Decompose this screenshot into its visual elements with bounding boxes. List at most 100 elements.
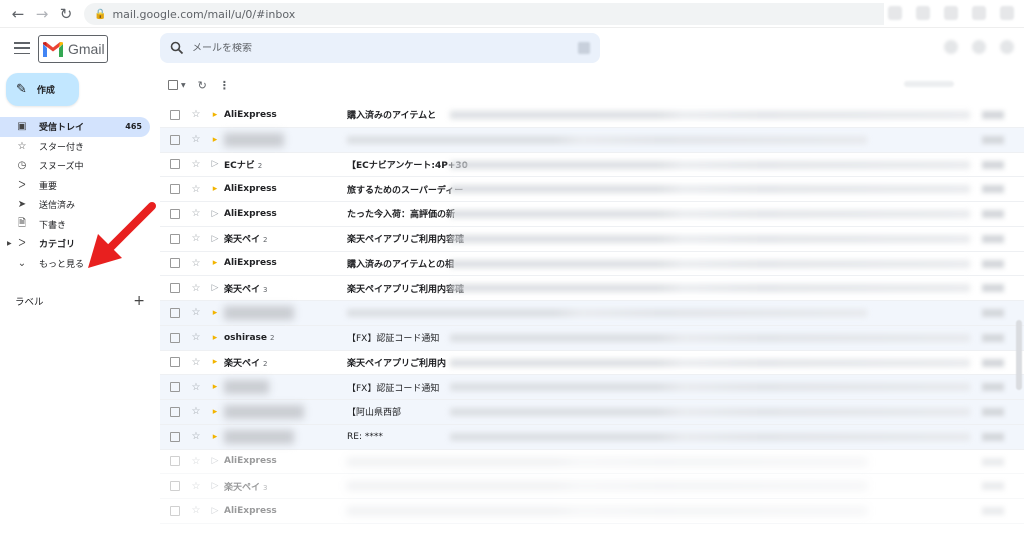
mail-row[interactable]: ☆ ▷ ECナビ 2 【ECナビアンケート:4P+30 xyxy=(160,152,1024,178)
reload-icon[interactable]: ↻ xyxy=(54,2,78,26)
row-checkbox[interactable] xyxy=(170,159,180,170)
star-icon[interactable]: ☆ xyxy=(188,233,204,244)
importance-marker-icon[interactable]: ▷ xyxy=(208,506,222,516)
star-icon[interactable]: ☆ xyxy=(188,208,204,219)
row-checkbox[interactable] xyxy=(170,258,180,269)
sidebar-item-starred[interactable]: ☆ スター付き xyxy=(0,137,150,157)
select-all-checkbox[interactable] xyxy=(168,80,178,90)
address-bar[interactable]: 🔒 mail.google.com/mail/u/0/#inbox xyxy=(84,3,884,25)
forward-arrow-icon[interactable]: → xyxy=(30,2,54,26)
mail-row[interactable]: ☆ ▸ oshirase 2 【FX】認証コード通知 xyxy=(160,325,1024,351)
star-icon[interactable]: ☆ xyxy=(188,406,204,417)
importance-marker-icon[interactable]: ▸ xyxy=(208,184,222,194)
search-options-icon[interactable] xyxy=(578,42,590,54)
mail-row[interactable]: ☆ ▷ 楽天ペイ 3 xyxy=(160,474,1024,499)
importance-marker-icon[interactable]: ▷ xyxy=(208,159,222,169)
mail-row[interactable]: ☆ ▷ AliExpress xyxy=(160,499,1024,524)
importance-marker-icon[interactable]: ▷ xyxy=(208,234,222,244)
row-checkbox[interactable] xyxy=(170,208,180,219)
mail-row[interactable]: ☆ ▷ 楽天ペイ 2 楽天ペイアプリご利用内容確 xyxy=(160,226,1024,252)
mail-row[interactable]: ☆ ▸ xyxy=(160,127,1024,153)
star-icon[interactable]: ☆ xyxy=(188,456,204,467)
importance-marker-icon[interactable]: ▷ xyxy=(208,481,222,491)
mail-sender: AliExpress xyxy=(224,208,277,219)
importance-marker-icon[interactable]: ▸ xyxy=(208,432,222,442)
importance-marker-icon[interactable]: ▸ xyxy=(208,258,222,268)
more-options-icon[interactable]: ⋮ xyxy=(219,79,230,92)
row-checkbox[interactable] xyxy=(170,456,180,467)
importance-marker-icon[interactable]: ▸ xyxy=(208,110,222,120)
row-checkbox[interactable] xyxy=(170,357,180,368)
row-checkbox[interactable] xyxy=(170,332,180,343)
row-checkbox[interactable] xyxy=(170,406,180,417)
expand-caret-icon[interactable]: ▶ xyxy=(7,240,12,247)
main-menu-icon[interactable] xyxy=(14,40,30,56)
inbox-icon: ▣ xyxy=(17,121,27,133)
star-icon[interactable]: ☆ xyxy=(188,332,204,343)
star-icon[interactable]: ☆ xyxy=(188,431,204,442)
mail-row[interactable]: ☆ ▸ xyxy=(160,301,1024,326)
scrollbar[interactable] xyxy=(1016,320,1022,390)
mail-row[interactable]: ☆ ▸ 【阿山県西部 xyxy=(160,400,1024,425)
star-icon[interactable]: ☆ xyxy=(188,382,204,393)
refresh-icon[interactable]: ↻ xyxy=(198,79,207,92)
mail-sender: AliExpress xyxy=(224,258,277,269)
sidebar-item-important[interactable]: ᐳ 重要 xyxy=(0,176,150,196)
star-icon[interactable]: ☆ xyxy=(188,258,204,269)
importance-marker-icon[interactable]: ▸ xyxy=(208,357,222,367)
compose-button[interactable]: ✎ 作成 xyxy=(6,73,79,106)
star-icon[interactable]: ☆ xyxy=(188,307,204,318)
row-checkbox[interactable] xyxy=(170,184,180,195)
star-icon[interactable]: ☆ xyxy=(188,184,204,195)
star-icon[interactable]: ☆ xyxy=(188,109,204,120)
sidebar-item-snoozed[interactable]: ◷ スヌーズ中 xyxy=(0,156,150,176)
pagination[interactable] xyxy=(904,81,954,87)
mail-row[interactable]: ☆ ▷ 楽天ペイ 3 楽天ペイアプリご利用内容確 xyxy=(160,276,1024,301)
unread-count: 465 xyxy=(125,122,142,132)
row-checkbox[interactable] xyxy=(170,431,180,442)
row-checkbox[interactable] xyxy=(170,307,180,318)
mail-row[interactable]: ☆ ▸ 【FX】認証コード通知 xyxy=(160,375,1024,400)
importance-marker-icon[interactable]: ▸ xyxy=(208,382,222,392)
mail-row[interactable]: ☆ ▷ AliExpress xyxy=(160,449,1024,475)
star-icon[interactable]: ☆ xyxy=(188,505,204,516)
mail-sender: oshirase 2 xyxy=(224,332,275,343)
back-arrow-icon[interactable]: ← xyxy=(6,2,30,26)
apps-icon[interactable] xyxy=(1000,40,1014,54)
row-checkbox[interactable] xyxy=(170,233,180,244)
row-checkbox[interactable] xyxy=(170,505,180,516)
mail-row[interactable]: ☆ ▸ AliExpress 旅するためのスーパーディー xyxy=(160,177,1024,202)
mail-row[interactable]: ☆ ▸ RE: **** xyxy=(160,424,1024,450)
importance-marker-icon[interactable]: ▷ xyxy=(208,209,222,219)
importance-marker-icon[interactable]: ▸ xyxy=(208,407,222,417)
help-icon[interactable] xyxy=(944,40,958,54)
mail-row[interactable]: ☆ ▸ 楽天ペイ 2 楽天ペイアプリご利用内 xyxy=(160,350,1024,376)
search-input[interactable] xyxy=(192,42,572,54)
gmail-logo[interactable]: Gmail xyxy=(38,35,108,63)
row-checkbox[interactable] xyxy=(170,481,180,492)
row-checkbox[interactable] xyxy=(170,134,180,145)
search-icon[interactable] xyxy=(170,41,184,55)
search-bar[interactable] xyxy=(160,33,600,63)
importance-marker-icon[interactable]: ▷ xyxy=(208,283,222,293)
importance-marker-icon[interactable]: ▷ xyxy=(208,456,222,466)
star-icon[interactable]: ☆ xyxy=(188,159,204,170)
importance-marker-icon[interactable]: ▸ xyxy=(208,308,222,318)
select-dropdown-icon[interactable]: ▼ xyxy=(181,82,186,89)
row-checkbox[interactable] xyxy=(170,109,180,120)
sidebar-item-inbox[interactable]: ▣ 受信トレイ 465 xyxy=(0,117,150,137)
row-checkbox[interactable] xyxy=(170,382,180,393)
importance-marker-icon[interactable]: ▸ xyxy=(208,135,222,145)
star-icon[interactable]: ☆ xyxy=(188,481,204,492)
settings-icon[interactable] xyxy=(972,40,986,54)
redacted-sender xyxy=(224,429,294,444)
mail-row[interactable]: ☆ ▸ AliExpress 購入済みのアイテムと xyxy=(160,103,1024,128)
star-icon[interactable]: ☆ xyxy=(188,283,204,294)
importance-marker-icon[interactable]: ▸ xyxy=(208,333,222,343)
star-icon[interactable]: ☆ xyxy=(188,357,204,368)
mail-row[interactable]: ☆ ▸ AliExpress 購入済みのアイテムとの相 xyxy=(160,251,1024,277)
add-label-icon[interactable]: + xyxy=(133,293,145,309)
row-checkbox[interactable] xyxy=(170,283,180,294)
star-icon[interactable]: ☆ xyxy=(188,134,204,145)
mail-row[interactable]: ☆ ▷ AliExpress たった今入荷：高評価の新 xyxy=(160,202,1024,227)
